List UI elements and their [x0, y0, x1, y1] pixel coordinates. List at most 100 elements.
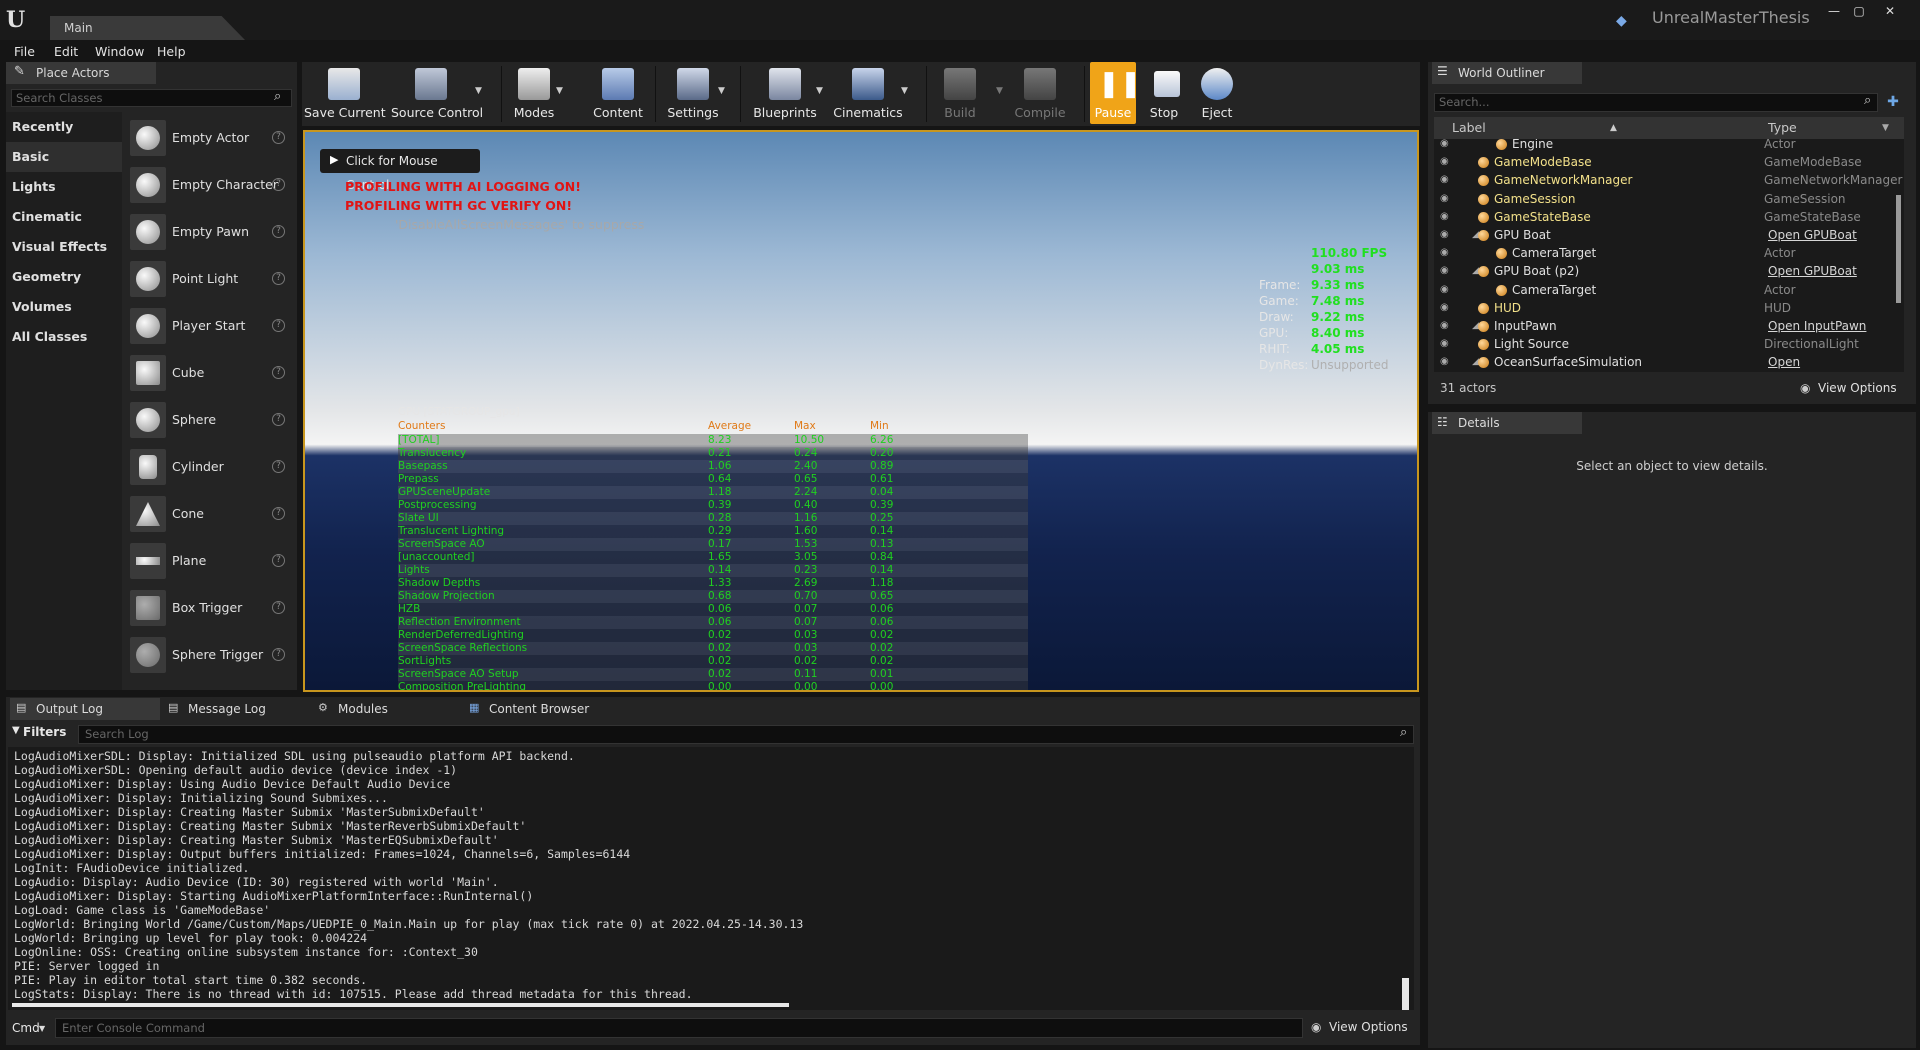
actor-item[interactable]: Plane?	[124, 537, 294, 584]
visibility-eye-icon[interactable]: ◉	[1440, 208, 1449, 226]
view-options-button[interactable]: View Options	[1818, 376, 1897, 400]
chevron-down-icon[interactable]: ▼	[901, 86, 908, 96]
chevron-down-icon[interactable]: ▼	[718, 86, 725, 96]
outliner-row[interactable]: ◉ Light Source DirectionalLight	[1434, 335, 1894, 353]
open-blueprint-link[interactable]: Open GPUBoat	[1768, 226, 1857, 244]
cinematics-button[interactable]: Cinematics	[828, 62, 908, 124]
category-geometry[interactable]: Geometry	[6, 262, 122, 292]
console-command-input[interactable]: Enter Console Command	[55, 1018, 1303, 1038]
category-volumes[interactable]: Volumes	[6, 292, 122, 322]
source-control-badge-icon[interactable]: ◆	[1616, 13, 1627, 29]
outliner-scrollbar[interactable]	[1896, 195, 1901, 303]
category-cinematic[interactable]: Cinematic	[6, 202, 122, 232]
visibility-eye-icon[interactable]: ◉	[1440, 353, 1449, 371]
visibility-eye-icon[interactable]: ◉	[1440, 190, 1449, 208]
help-icon[interactable]: ?	[272, 131, 285, 144]
help-icon[interactable]: ?	[272, 507, 285, 520]
log-view-options-button[interactable]: View Options	[1329, 1020, 1408, 1034]
actor-item[interactable]: Cylinder?	[124, 443, 294, 490]
menu-edit[interactable]: Edit	[54, 44, 78, 59]
eject-button[interactable]: Eject	[1177, 62, 1257, 124]
outliner-row[interactable]: ◉ ◢ GPU Boat Open GPUBoat	[1434, 226, 1894, 244]
maximize-button[interactable]: ▢	[1849, 4, 1869, 18]
help-icon[interactable]: ?	[272, 225, 285, 238]
outliner-row[interactable]: ◉ ◢ GPU Boat (p2) Open GPUBoat	[1434, 262, 1894, 280]
outliner-row[interactable]: ◉ ◢ InputPawn Open InputPawn	[1434, 317, 1894, 335]
search-classes-input[interactable]: Search Classes	[11, 89, 292, 107]
label-column-header[interactable]: Label	[1452, 117, 1486, 139]
outliner-search-input[interactable]: Search...	[1434, 93, 1878, 112]
cmd-dropdown[interactable]: Cmd	[12, 1021, 40, 1035]
visibility-eye-icon[interactable]: ◉	[1440, 317, 1449, 335]
visibility-eye-icon[interactable]: ◉	[1440, 299, 1449, 317]
sort-arrow-icon[interactable]: ▲	[1610, 117, 1617, 139]
actor-item[interactable]: Player Start?	[124, 302, 294, 349]
details-tab[interactable]: Details	[1432, 412, 1582, 434]
outliner-row[interactable]: ◉ HUD HUD	[1434, 299, 1894, 317]
outliner-row[interactable]: ◉ CameraTarget Actor	[1434, 244, 1894, 262]
search-log-input[interactable]: Search Log	[78, 725, 1414, 744]
mouse-control-button[interactable]: Click for Mouse Control	[320, 149, 480, 192]
tab-content-browser[interactable]: Content Browser	[463, 698, 613, 720]
tab-modules[interactable]: Modules	[312, 698, 462, 720]
build-button[interactable]: Build	[920, 62, 1000, 124]
visibility-eye-icon[interactable]: ◉	[1440, 171, 1449, 189]
help-icon[interactable]: ?	[272, 601, 285, 614]
actor-item[interactable]: Cone?	[124, 490, 294, 537]
help-icon[interactable]: ?	[272, 460, 285, 473]
visibility-eye-icon[interactable]: ◉	[1440, 244, 1449, 262]
open-blueprint-link[interactable]: Open OceanSurfaceS	[1768, 353, 1894, 372]
help-icon[interactable]: ?	[272, 319, 285, 332]
chevron-down-icon[interactable]: ▼	[556, 86, 563, 96]
level-viewport[interactable]: Click for Mouse Control ▶ PROFILING WITH…	[303, 130, 1419, 692]
actor-item[interactable]: Sphere?	[124, 396, 294, 443]
search-icon[interactable]: ⌕	[1864, 93, 1871, 108]
help-icon[interactable]: ?	[272, 554, 285, 567]
log-horizontal-scrollbar[interactable]	[12, 1003, 789, 1007]
save-current-button[interactable]: Save Current	[304, 62, 386, 124]
category-basic[interactable]: Basic	[6, 142, 122, 172]
actor-item[interactable]: Empty Pawn?	[124, 208, 294, 255]
actor-item[interactable]: Empty Actor?	[124, 114, 294, 161]
visibility-eye-icon[interactable]: ◉	[1440, 335, 1449, 353]
log-vertical-scrollbar[interactable]	[1402, 978, 1409, 1010]
open-blueprint-link[interactable]: Open GPUBoat	[1768, 262, 1857, 280]
category-visual-effects[interactable]: Visual Effects	[6, 232, 122, 262]
actor-item[interactable]: Empty Character?	[124, 161, 294, 208]
type-column-header[interactable]: Type	[1768, 117, 1797, 139]
tab-message-log[interactable]: Message Log	[162, 698, 312, 720]
blueprints-button[interactable]: Blueprints	[745, 62, 825, 124]
world-outliner-tab[interactable]: World Outliner	[1432, 62, 1582, 84]
chevron-down-icon[interactable]: ▼	[1882, 117, 1889, 139]
help-icon[interactable]: ?	[272, 178, 285, 191]
menu-help[interactable]: Help	[157, 44, 186, 59]
level-tab[interactable]: Main	[50, 16, 245, 40]
search-icon[interactable]: ⌕	[1400, 725, 1407, 740]
help-icon[interactable]: ?	[272, 272, 285, 285]
chevron-down-icon[interactable]: ▼	[39, 1024, 45, 1033]
source-control-button[interactable]: Source Control	[391, 62, 483, 124]
category-all-classes[interactable]: All Classes	[6, 322, 122, 352]
actor-item[interactable]: Point Light?	[124, 255, 294, 302]
filters-button[interactable]: Filters	[23, 725, 66, 739]
actor-item[interactable]: Box Trigger?	[124, 584, 294, 631]
help-icon[interactable]: ?	[272, 413, 285, 426]
outliner-row[interactable]: ◉ Engine Actor	[1434, 139, 1894, 153]
visibility-eye-icon[interactable]: ◉	[1440, 139, 1449, 153]
minimize-button[interactable]: —	[1824, 4, 1844, 18]
visibility-eye-icon[interactable]: ◉	[1440, 262, 1449, 280]
actor-item[interactable]: Sphere Trigger?	[124, 631, 294, 678]
tab-output-log[interactable]: Output Log	[10, 698, 160, 720]
menu-window[interactable]: Window	[95, 44, 144, 59]
outliner-row[interactable]: ◉ CameraTarget Actor	[1434, 281, 1894, 299]
category-recently-placed[interactable]: Recently Placed	[6, 112, 122, 164]
compile-button[interactable]: Compile	[1000, 62, 1080, 124]
outliner-row[interactable]: ◉ GameStateBase GameStateBase	[1434, 208, 1894, 226]
chevron-down-icon[interactable]: ▼	[475, 86, 482, 96]
help-icon[interactable]: ?	[272, 366, 285, 379]
visibility-eye-icon[interactable]: ◉	[1440, 281, 1449, 299]
actor-item[interactable]: Cube?	[124, 349, 294, 396]
place-actors-tab[interactable]: Place Actors	[6, 62, 156, 84]
content-button[interactable]: Content	[578, 62, 658, 124]
visibility-eye-icon[interactable]: ◉	[1440, 153, 1449, 171]
